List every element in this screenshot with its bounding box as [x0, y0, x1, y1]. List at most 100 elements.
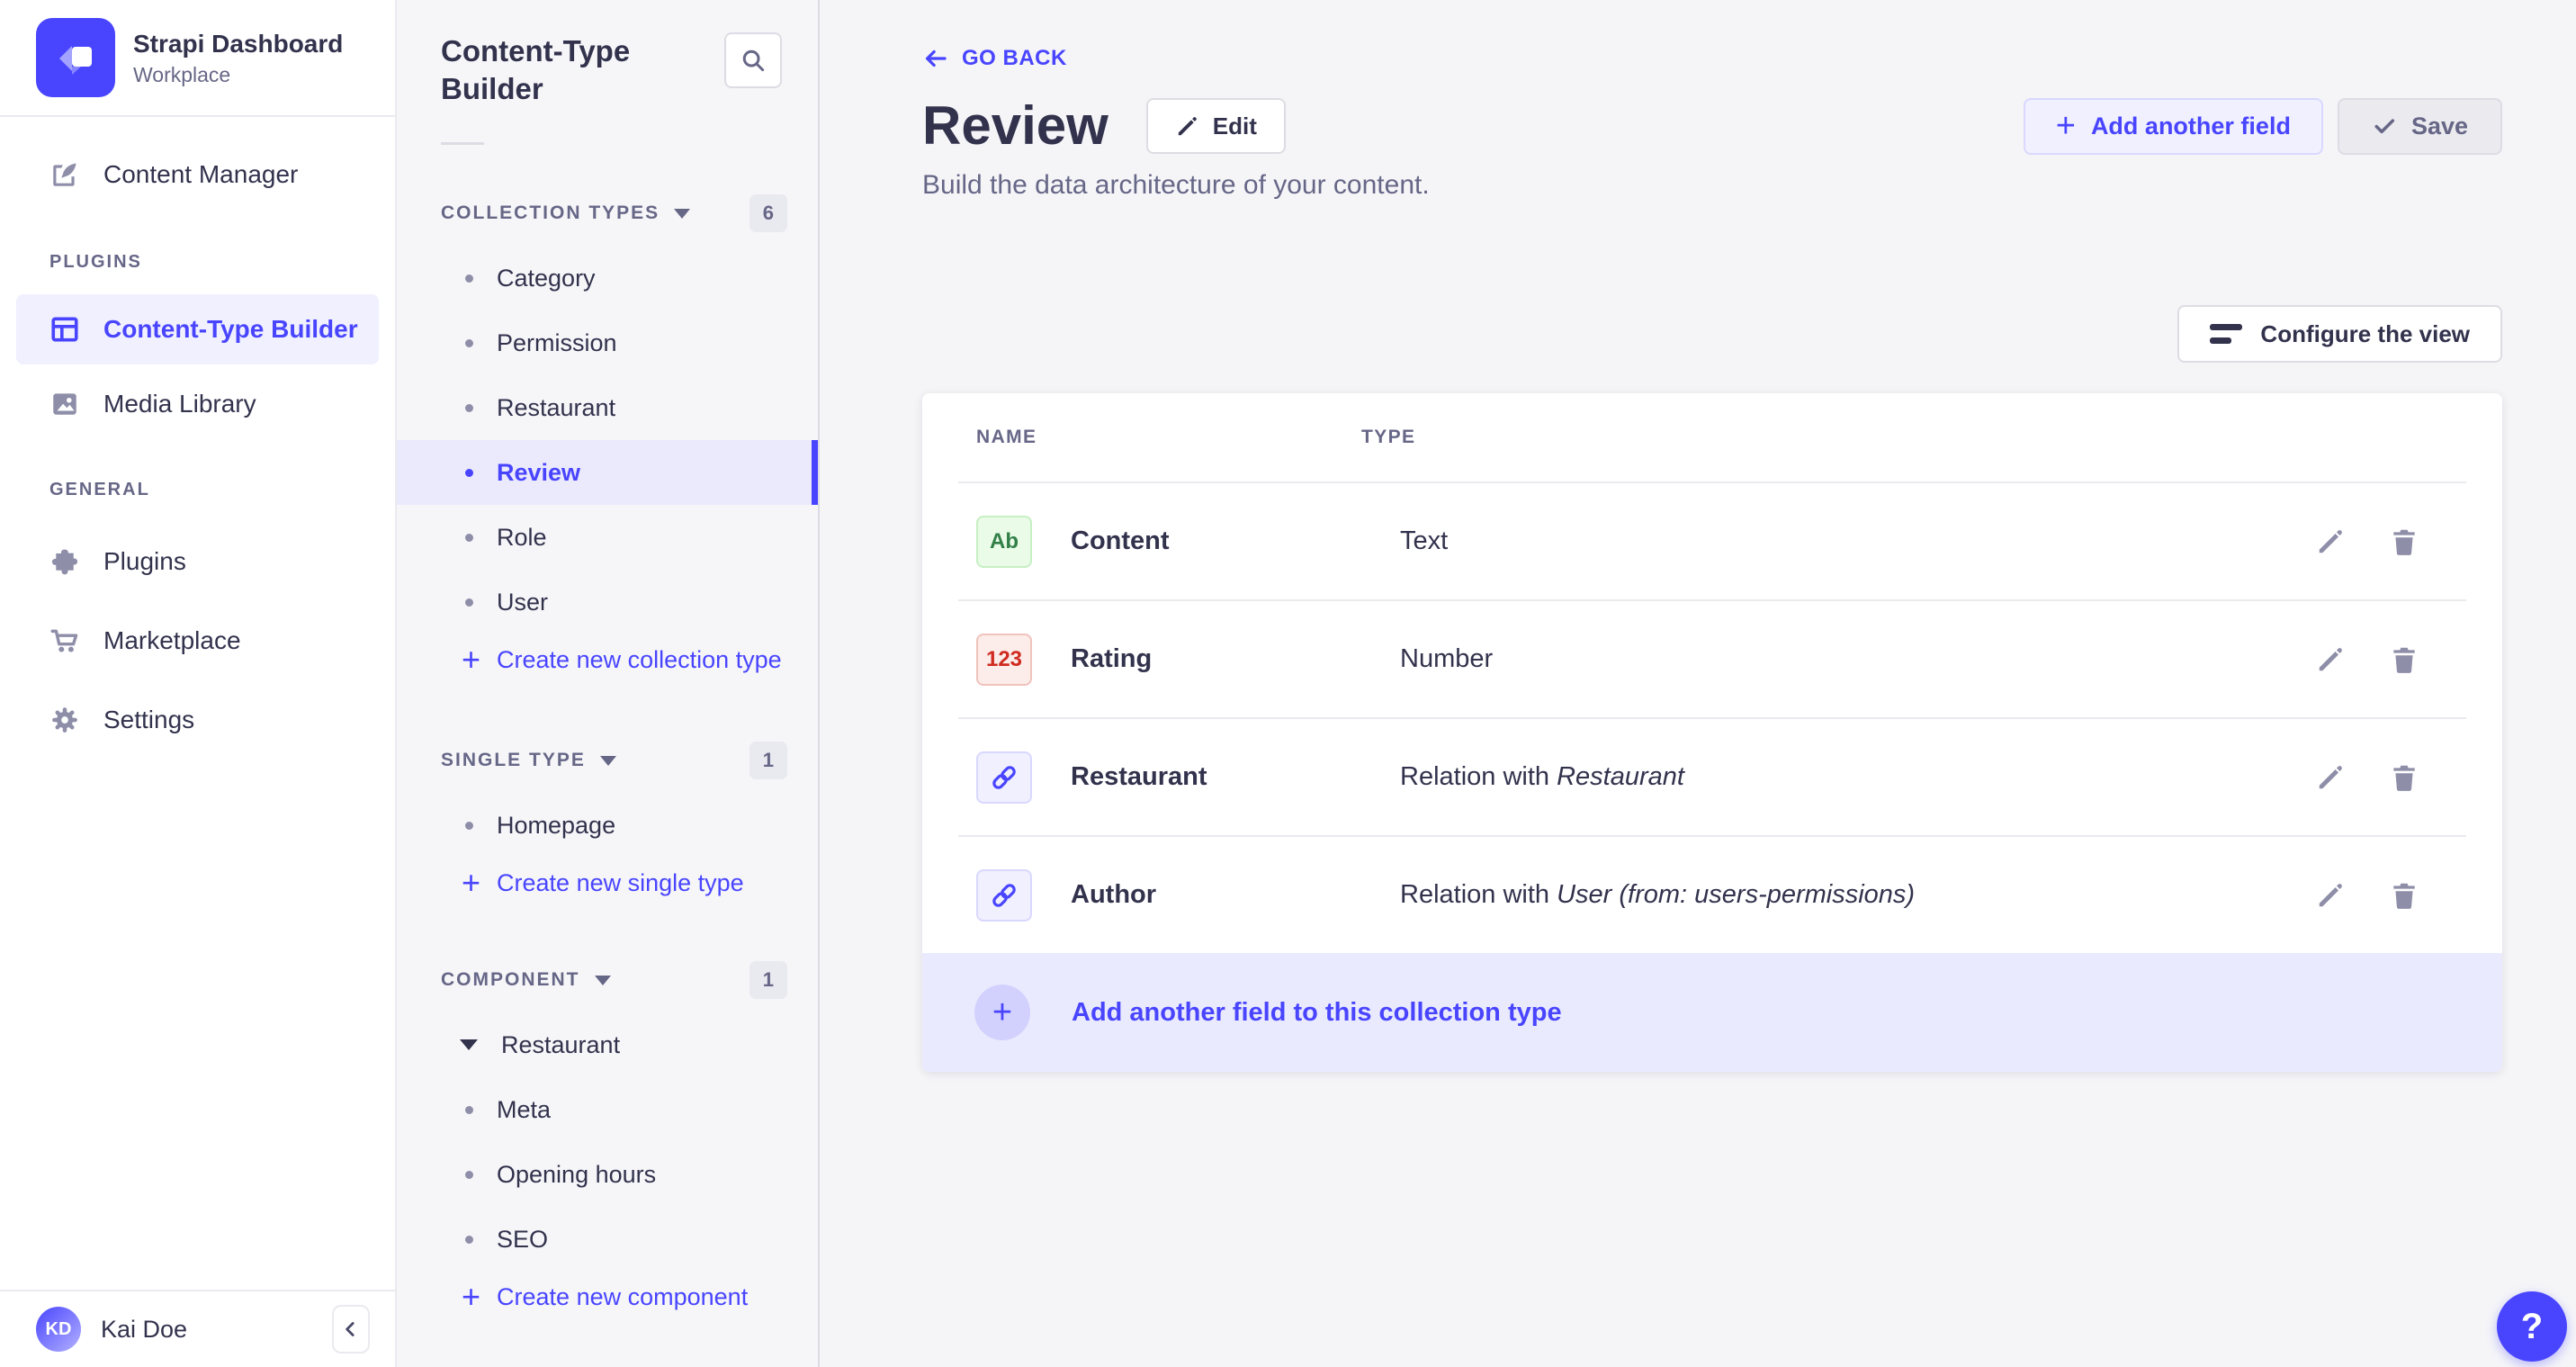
field-name: Content [1071, 526, 1400, 556]
page-title: Review [922, 96, 1108, 156]
bullet-icon [465, 404, 473, 412]
sidebar-nav: Content Manager PLUGINS Content-Type Bui… [0, 117, 395, 1290]
collection-type-item-role[interactable]: Role [397, 505, 818, 570]
delete-field-button[interactable] [2387, 525, 2421, 559]
pencil-icon [2315, 644, 2346, 675]
create-single-type-button[interactable]: + Create new single type [397, 858, 818, 908]
pencil-icon [2315, 880, 2346, 911]
workspace-title: Strapi Dashboard [133, 29, 343, 59]
trash-icon [2389, 880, 2419, 911]
avatar: KD [36, 1307, 81, 1352]
relation-field-badge [976, 869, 1032, 922]
collection-type-item-restaurant[interactable]: Restaurant [397, 375, 818, 440]
single-type-count: 1 [749, 742, 787, 779]
chevron-down-icon [674, 209, 690, 219]
edit-field-button[interactable] [2313, 878, 2347, 913]
save-button[interactable]: Save [2338, 98, 2502, 155]
component-item-meta[interactable]: Meta [397, 1077, 818, 1142]
chevron-down-icon [600, 756, 616, 766]
sidebar-item-content-type-builder[interactable]: Content-Type Builder [16, 294, 379, 364]
chevron-left-icon [339, 1318, 363, 1341]
component-item-opening-hours[interactable]: Opening hours [397, 1142, 818, 1207]
table-row: Restaurant Relation with Restaurant [922, 719, 2502, 835]
collection-types-header[interactable]: COLLECTION TYPES 6 [397, 192, 818, 235]
arrow-left-icon [922, 45, 949, 72]
component-header[interactable]: COMPONENT 1 [397, 958, 818, 1002]
relation-field-badge [976, 751, 1032, 804]
create-collection-type-button[interactable]: + Create new collection type [397, 634, 818, 685]
collection-types-list: Category Permission Restaurant Review Ro… [397, 246, 818, 634]
panel-divider [441, 142, 484, 145]
bullet-icon [465, 534, 473, 542]
content-manager-icon [49, 159, 80, 190]
strapi-logo-icon [36, 18, 115, 97]
bullet-icon [465, 274, 473, 283]
pencil-icon [1175, 114, 1199, 139]
edit-button[interactable]: Edit [1146, 98, 1286, 154]
collection-type-item-category[interactable]: Category [397, 246, 818, 310]
component-list: Restaurant Meta Opening hours SEO [397, 1012, 818, 1272]
delete-field-button[interactable] [2387, 878, 2421, 913]
chevron-expanded-icon [460, 1039, 478, 1050]
edit-field-button[interactable] [2313, 760, 2347, 795]
bullet-icon [465, 822, 473, 830]
bullet-icon [465, 1171, 473, 1179]
sidebar-item-media-library[interactable]: Media Library [0, 364, 395, 444]
create-component-button[interactable]: + Create new component [397, 1272, 818, 1322]
plus-icon: + [2056, 109, 2076, 143]
cart-icon [49, 625, 80, 656]
edit-field-button[interactable] [2313, 525, 2347, 559]
relation-link-icon [989, 880, 1019, 911]
sidebar-item-marketplace[interactable]: Marketplace [0, 601, 395, 680]
sidebar-item-content-manager[interactable]: Content Manager [0, 135, 395, 214]
edit-field-button[interactable] [2313, 643, 2347, 677]
plus-icon: + [462, 867, 480, 899]
delete-field-button[interactable] [2387, 760, 2421, 795]
single-type-header[interactable]: SINGLE TYPE 1 [397, 739, 818, 782]
field-type: Relation with User (from: users-permissi… [1400, 880, 2313, 910]
single-type-list: Homepage [397, 793, 818, 858]
page-subtitle: Build the data architecture of your cont… [922, 170, 2502, 201]
panel-title: Content-Type Builder [441, 32, 693, 108]
sidebar-item-label: Content-Type Builder [103, 315, 358, 344]
collection-type-item-user[interactable]: User [397, 570, 818, 634]
field-name: Restaurant [1071, 762, 1400, 792]
delete-field-button[interactable] [2387, 643, 2421, 677]
help-button[interactable]: ? [2497, 1291, 2567, 1362]
sidebar-item-label: Plugins [103, 547, 186, 576]
component-item-seo[interactable]: SEO [397, 1207, 818, 1272]
chevron-down-icon [595, 976, 611, 985]
trash-icon [2389, 644, 2419, 675]
sidebar-section-general: GENERAL [0, 480, 395, 500]
user-row: KD Kai Doe [0, 1290, 395, 1367]
collection-type-item-permission[interactable]: Permission [397, 310, 818, 375]
content-type-builder-panel: Content-Type Builder COLLECTION TYPES 6 … [397, 0, 820, 1367]
table-header-row: NAME TYPE [922, 393, 2502, 481]
trash-icon [2389, 762, 2419, 793]
add-field-row[interactable]: + Add another field to this collection t… [922, 953, 2502, 1072]
sidebar-item-label: Content Manager [103, 160, 298, 189]
workspace-subtitle: Workplace [133, 63, 343, 87]
fields-card: NAME TYPE Ab Content Text [922, 393, 2502, 1072]
configure-view-button[interactable]: Configure the view [2177, 305, 2502, 363]
collection-types-count: 6 [749, 194, 787, 232]
add-another-field-button[interactable]: + Add another field [2024, 98, 2323, 155]
component-group-restaurant[interactable]: Restaurant [397, 1012, 818, 1077]
collection-type-item-review[interactable]: Review [397, 440, 818, 505]
sidebar: Strapi Dashboard Workplace Content Manag… [0, 0, 397, 1367]
component-count: 1 [749, 961, 787, 999]
collapse-sidebar-button[interactable] [332, 1305, 370, 1354]
name-column-header: NAME [976, 427, 1361, 448]
search-button[interactable] [724, 32, 782, 88]
go-back-link[interactable]: GO BACK [922, 45, 1067, 72]
bullet-icon [465, 469, 473, 477]
puzzle-icon [49, 546, 80, 577]
sidebar-item-settings[interactable]: Settings [0, 680, 395, 760]
collection-types-label: COLLECTION TYPES [441, 202, 660, 224]
number-field-badge: 123 [976, 634, 1032, 686]
sidebar-item-plugins[interactable]: Plugins [0, 522, 395, 601]
single-type-item-homepage[interactable]: Homepage [397, 793, 818, 858]
table-row: Author Relation with User (from: users-p… [922, 837, 2502, 953]
pencil-icon [2315, 762, 2346, 793]
sidebar-item-label: Media Library [103, 390, 256, 418]
